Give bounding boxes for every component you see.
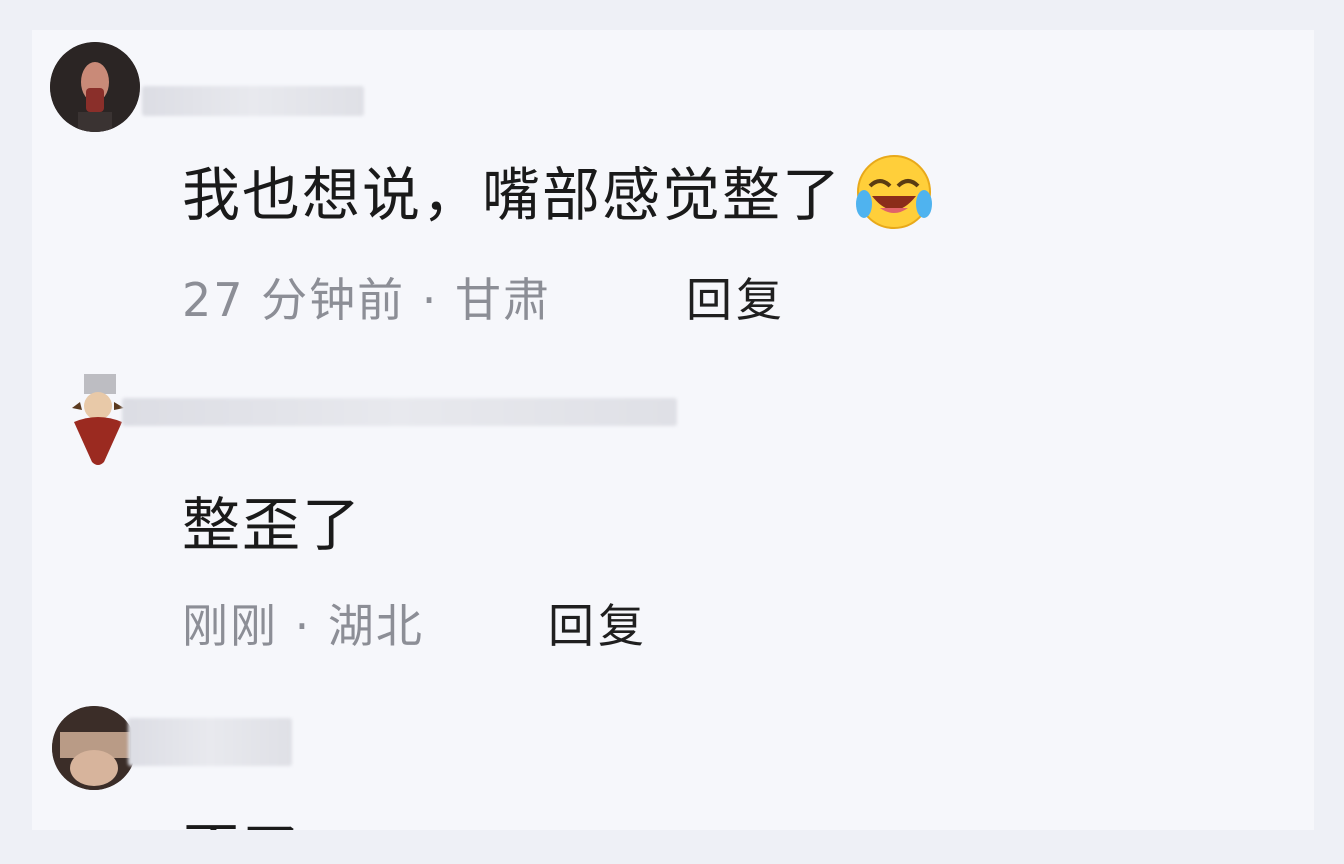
comment-meta: 刚刚 · 湖北 xyxy=(182,590,424,656)
comment-text: 整歪了 xyxy=(182,491,363,559)
reply-button[interactable]: 回复 xyxy=(686,264,786,330)
comment-location: 甘肃 xyxy=(455,273,552,327)
laughing-crying-face-icon xyxy=(850,152,938,246)
meta-separator: · xyxy=(294,599,312,653)
comment-meta: 27 分钟前 · 甘肃 xyxy=(182,264,551,330)
username-mosaic xyxy=(122,398,677,426)
avatar[interactable] xyxy=(50,42,140,132)
comment-location: 湖北 xyxy=(327,599,424,653)
username-mosaic xyxy=(128,718,292,766)
comment-text-body: 我也想说，嘴部感觉整了 xyxy=(182,161,843,229)
comment-list: 我也想说，嘴部感觉整了 27 分钟前 · 甘肃 回复 整歪了 刚刚 · 湖北 回… xyxy=(32,30,1314,830)
comment-text: 歪了 xyxy=(182,804,302,830)
comment-text: 我也想说，嘴部感觉整了 xyxy=(182,148,938,246)
avatar[interactable] xyxy=(52,706,136,790)
meta-separator: · xyxy=(421,273,439,327)
username-mosaic xyxy=(142,86,364,116)
comment-time: 刚刚 xyxy=(182,599,278,653)
comment-time: 27 分钟前 xyxy=(182,273,406,327)
reply-button[interactable]: 回复 xyxy=(548,590,648,656)
